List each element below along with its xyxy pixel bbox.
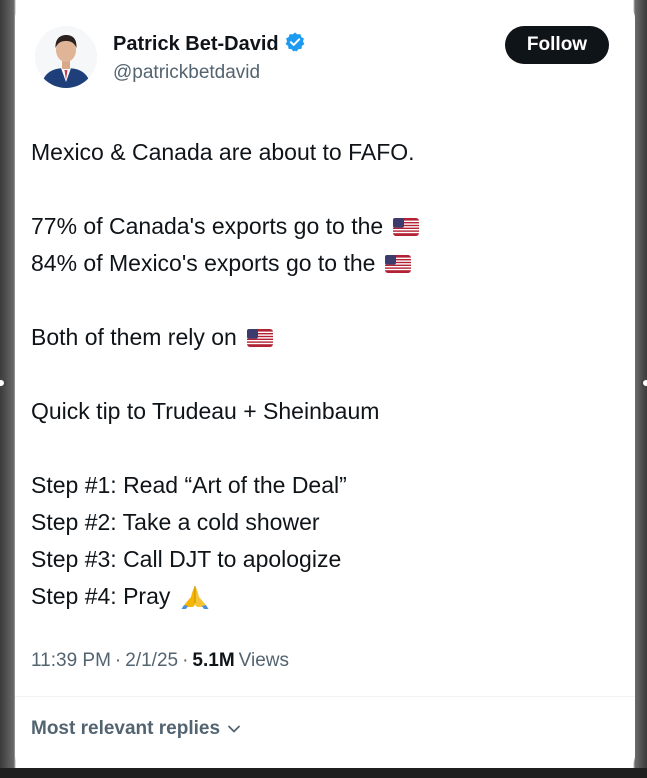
divider: [15, 696, 635, 697]
tweet-line: Mexico & Canada are about to FAFO.: [31, 134, 611, 171]
avatar[interactable]: [35, 26, 97, 88]
tweet-line-text: Mexico & Canada are about to FAFO.: [31, 139, 415, 165]
meta-separator: ·: [182, 650, 189, 671]
us-flag-icon: [385, 254, 412, 273]
follow-button[interactable]: Follow: [505, 26, 609, 64]
tweet-line: Both of them rely on: [31, 319, 611, 356]
tweet-line-text: Step #3: Call DJT to apologize: [31, 546, 342, 572]
views-count: 5.1M: [192, 650, 235, 671]
tweet-line-text: 77% of Canada's exports go to the: [31, 213, 384, 239]
verified-badge-icon: [285, 32, 305, 57]
tweet-line: Step #3: Call DJT to apologize: [31, 541, 611, 578]
tweet-line-text: Step #4: Pray: [31, 583, 171, 609]
bottom-bar: [0, 768, 647, 778]
tweet-card: Patrick Bet-David @patrickbetdavid Follo…: [15, 4, 635, 770]
tweet-line: 84% of Mexico's exports go to the: [31, 245, 611, 282]
replies-sort-label: Most relevant replies: [31, 718, 221, 739]
tweet-date[interactable]: 2/1/25: [125, 650, 178, 672]
tweet-line: 77% of Canada's exports go to the: [31, 208, 611, 245]
tweet-line: Step #1: Read “Art of the Deal”: [31, 467, 611, 504]
tweet-time[interactable]: 11:39 PM: [31, 650, 111, 672]
tweet-meta: 11:39 PM · 2/1/25 · 5.1M Views: [31, 650, 289, 672]
tweet-line-text: Step #2: Take a cold shower: [31, 509, 320, 535]
tweet-line: Step #2: Take a cold shower: [31, 504, 611, 541]
tweet-line: Quick tip to Trudeau + Sheinbaum: [31, 393, 611, 430]
tweet-text: Mexico & Canada are about to FAFO. 77% o…: [31, 134, 611, 615]
tweet-line-text: 84% of Mexico's exports go to the: [31, 250, 376, 276]
us-flag-icon: [246, 328, 273, 347]
replies-sort-button[interactable]: Most relevant replies: [31, 718, 242, 740]
chevron-down-icon: [228, 725, 240, 733]
us-flag-icon: [393, 217, 420, 236]
author-name-row: Patrick Bet-David: [113, 32, 305, 57]
tweet-line-text: Step #1: Read “Art of the Deal”: [31, 472, 347, 498]
folded-hands-icon: [181, 585, 209, 609]
meta-separator: ·: [114, 650, 122, 671]
author-handle[interactable]: @patrickbetdavid: [113, 62, 260, 84]
right-resize-handle[interactable]: [641, 378, 647, 388]
author-display-name[interactable]: Patrick Bet-David: [113, 33, 279, 56]
views-label: Views: [238, 650, 289, 671]
tweet-line-text: Both of them rely on: [31, 324, 237, 350]
tweet-line-text: Quick tip to Trudeau + Sheinbaum: [31, 398, 380, 424]
tweet-line: Step #4: Pray: [31, 578, 611, 615]
